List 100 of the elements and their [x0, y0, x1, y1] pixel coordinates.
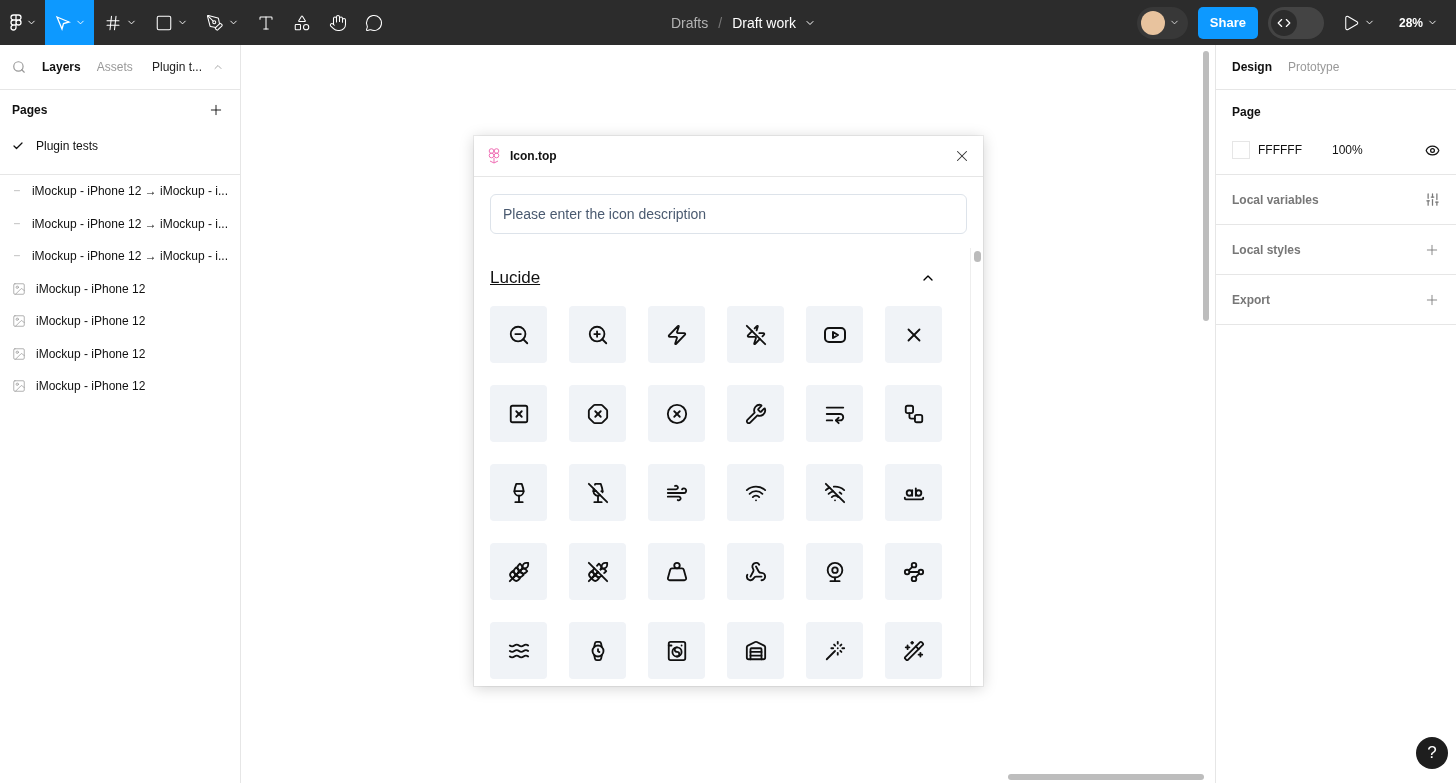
page-selector[interactable]: Plugin t...: [151, 60, 228, 74]
search-field[interactable]: Please enter the icon description: [490, 194, 967, 234]
wifi-off-icon: [823, 481, 846, 504]
warehouse-icon: [744, 639, 767, 662]
color-value[interactable]: FFFFFF: [1258, 143, 1332, 157]
icon-tile[interactable]: [648, 306, 705, 363]
zoom-in-icon: [586, 323, 609, 346]
icon-tile[interactable]: [648, 464, 705, 521]
icon-tile[interactable]: [885, 306, 942, 363]
waypoints-icon: [902, 560, 925, 583]
file-name-button[interactable]: Draft work: [732, 14, 816, 31]
icon-tile[interactable]: [490, 385, 547, 442]
icon-tile[interactable]: [727, 306, 784, 363]
flower-logo-icon: [488, 148, 500, 164]
lightning-icon: [665, 323, 688, 346]
image-icon: [12, 379, 26, 394]
icon-tile[interactable]: [490, 543, 547, 600]
zoom-button[interactable]: 28%: [1392, 14, 1444, 31]
eye-icon: [1425, 142, 1440, 158]
pointer-icon: [55, 14, 71, 31]
text-icon: [257, 13, 275, 32]
connector-icon: [14, 255, 20, 258]
avatar-button[interactable]: [1136, 6, 1188, 39]
layer-item[interactable]: iMockup - iPhone 12 → iMockup - i...: [0, 240, 240, 273]
image-icon: [12, 281, 26, 296]
webhook-icon: [744, 560, 767, 583]
scrollbar[interactable]: [1008, 774, 1204, 780]
help-button[interactable]: ?: [1416, 737, 1448, 769]
folder-name[interactable]: Drafts: [670, 14, 709, 31]
add-page-icon[interactable]: [208, 102, 224, 118]
icon-tile[interactable]: [806, 385, 863, 442]
layer-item[interactable]: iMockup - iPhone 12: [0, 370, 240, 403]
weight-icon: [665, 560, 688, 583]
visibility-button[interactable]: [1425, 142, 1440, 158]
wheat-icon: [507, 560, 530, 583]
frame-icon: [104, 13, 122, 32]
icon-tile[interactable]: [885, 543, 942, 600]
icon-tile[interactable]: [490, 622, 547, 679]
sparkle-wand-icon: [902, 639, 925, 662]
icon-tile[interactable]: [727, 385, 784, 442]
breadcrumb-separator: /: [718, 14, 723, 31]
panel-tab[interactable]: Layers: [42, 60, 81, 74]
icon-tile[interactable]: [569, 306, 626, 363]
comment-icon: [365, 13, 383, 32]
shapes-icon: [293, 13, 311, 32]
icon-tile[interactable]: [490, 306, 547, 363]
icon-tile[interactable]: [806, 622, 863, 679]
icon-tile[interactable]: [885, 464, 942, 521]
magic-wand-icon: [823, 639, 846, 662]
circle-x-icon: [665, 402, 688, 425]
color-swatch[interactable]: [1232, 141, 1250, 159]
icon-tile[interactable]: [885, 385, 942, 442]
wrench-icon: [744, 402, 767, 425]
washing-machine-icon: [665, 639, 688, 662]
icon-tile[interactable]: [806, 306, 863, 363]
dev-mode-toggle[interactable]: [1267, 6, 1324, 39]
icon-tile[interactable]: [648, 622, 705, 679]
layer-item[interactable]: iMockup - iPhone 12: [0, 337, 240, 370]
layer-item[interactable]: iMockup - iPhone 12 → iMockup - i...: [0, 175, 240, 208]
icon-tile[interactable]: [648, 543, 705, 600]
layer-item[interactable]: iMockup - iPhone 12 → iMockup - i...: [0, 207, 240, 240]
page-section-title: Page: [1232, 104, 1262, 121]
section-action-button[interactable]: [1425, 192, 1440, 207]
avatar: [1140, 10, 1165, 35]
workflow-icon: [902, 402, 925, 425]
image-icon: [12, 314, 26, 329]
image-icon: [12, 346, 26, 361]
layer-item[interactable]: iMockup - iPhone 12: [0, 272, 240, 305]
panel-tab[interactable]: Design: [1232, 60, 1272, 74]
rectangle-icon: [155, 13, 173, 32]
plugin-title: Icon.top: [510, 149, 557, 163]
section-label: Export: [1232, 292, 1270, 307]
icon-tile[interactable]: [727, 464, 784, 521]
layer-item[interactable]: iMockup - iPhone 12: [0, 305, 240, 338]
icon-tile[interactable]: [885, 622, 942, 679]
icon-tile[interactable]: [569, 622, 626, 679]
page-item[interactable]: Plugin tests: [0, 130, 240, 162]
scrollbar[interactable]: [1203, 51, 1209, 321]
hand-icon: [329, 13, 347, 32]
icon-tile[interactable]: [569, 464, 626, 521]
connector-icon: [14, 222, 20, 225]
octagon-x-icon: [586, 402, 609, 425]
icon-tile[interactable]: [569, 543, 626, 600]
connector-icon: [14, 190, 20, 193]
icon-tile[interactable]: [806, 543, 863, 600]
icon-tile[interactable]: [648, 385, 705, 442]
pen-icon: [206, 13, 224, 32]
icon-tile[interactable]: [806, 464, 863, 521]
icon-tile[interactable]: [569, 385, 626, 442]
scrollbar[interactable]: [973, 251, 981, 262]
wine-glass-off-icon: [586, 481, 609, 504]
opacity-value[interactable]: 100%: [1332, 143, 1363, 157]
wheat-off-icon: [586, 560, 609, 583]
section-label: Local variables: [1232, 192, 1319, 207]
icon-tile[interactable]: [490, 464, 547, 521]
zoom-out-icon: [507, 323, 530, 346]
section-header[interactable]: Lucide: [490, 264, 954, 292]
icon-tile[interactable]: [727, 622, 784, 679]
icon-tile[interactable]: [727, 543, 784, 600]
pages-title: Pages: [12, 103, 48, 117]
